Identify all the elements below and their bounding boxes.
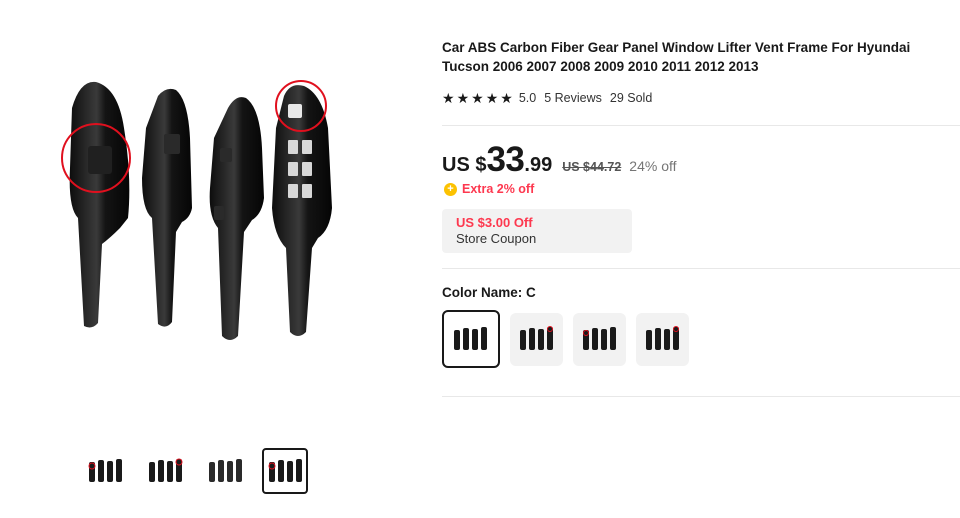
sold-count: 29 Sold [609,91,653,105]
color-label: Color Name: C [442,285,536,300]
original-price: US $44.72 [562,160,622,174]
store-coupon[interactable]: US $3.00 Off Store Coupon [442,209,632,253]
thumbnail-image-icon [88,459,122,482]
price-decimal: .99 [524,154,553,176]
extra-discount: + Extra 2% off [444,182,534,196]
thumbnail-image-icon [209,459,242,482]
coupon-type: Store Coupon [456,231,537,246]
price-row: US $ 33 .99 US $44.72 24% off [442,140,677,180]
divider [442,268,960,269]
star-icon: ★ [485,90,499,106]
extra-discount-text: Extra 2% off [462,182,535,196]
price-currency: US $ [442,154,487,176]
discount-percent: 24% off [629,158,677,174]
thumbnail-2[interactable] [142,448,188,494]
color-thumbnail-icon [454,327,487,350]
color-swatches [442,310,689,368]
color-option[interactable] [510,312,563,366]
coin-icon: + [444,182,457,196]
thumbnail-4-active[interactable] [262,448,308,494]
divider [442,396,960,397]
product-image [61,80,332,340]
color-option[interactable] [573,312,626,366]
divider [442,125,960,126]
thumbnail-1[interactable] [82,448,128,494]
rating-row: ★ ★ ★ ★ ★ 5.0 5 Reviews 29 Sold [442,91,652,105]
coupon-amount: US $3.00 Off [456,215,533,230]
color-thumbnail-icon [519,326,553,350]
color-option[interactable] [636,312,689,366]
color-thumbnail-icon [645,326,679,350]
thumbnail-strip [82,448,308,494]
price-integer: 33 [486,140,525,179]
reviews-link[interactable]: 5 Reviews [544,91,602,105]
rating-value: 5.0 [518,91,537,105]
main-product-image[interactable] [40,68,390,368]
thumbnail-3[interactable] [202,448,248,494]
star-icon: ★ [442,90,455,106]
thumbnail-image-icon [149,458,183,482]
star-icon: ★ [471,90,484,106]
star-icon: ★ [500,90,513,106]
product-title: Car ABS Carbon Fiber Gear Panel Window L… [442,40,911,74]
thumbnail-image-icon [268,459,302,482]
star-rating: ★ ★ ★ ★ ★ [442,91,513,105]
color-option-selected[interactable] [442,310,500,368]
color-thumbnail-icon [582,327,616,350]
star-icon: ★ [456,90,470,106]
